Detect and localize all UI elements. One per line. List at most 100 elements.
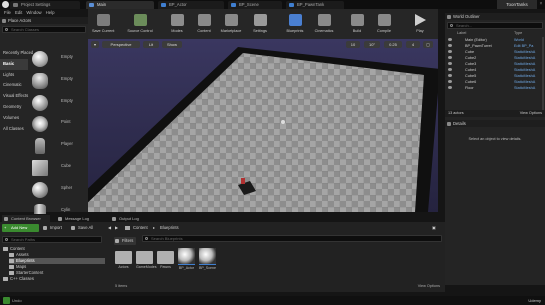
user-badge: Udemy [528, 298, 541, 303]
breadcrumb-content[interactable]: Content [133, 225, 148, 230]
category-cinematic[interactable]: Cinematic [0, 80, 28, 91]
tab-project-settings[interactable]: Project Settings [10, 1, 80, 9]
rotation-snap-button[interactable]: 10° [364, 41, 380, 48]
visibility-icon[interactable] [448, 50, 452, 53]
category-recently-placed[interactable]: Recently Placed [0, 48, 33, 59]
outliner-scrollbar[interactable] [542, 37, 544, 117]
tab-output-log[interactable]: Output Log [110, 215, 139, 222]
menu-file[interactable]: File [4, 9, 11, 17]
visibility-icon[interactable] [448, 56, 452, 59]
menu-window[interactable]: Window [26, 9, 41, 17]
tree-item-content[interactable]: Content [3, 246, 25, 252]
visibility-icon[interactable] [448, 44, 452, 47]
tree-item-starter-content[interactable]: StarterContent [9, 270, 43, 276]
actor-item-cube[interactable]: Cube [30, 157, 86, 179]
asset-folder-actors[interactable]: Actors [115, 248, 132, 272]
perspective-button[interactable]: Perspective [102, 41, 140, 48]
folder-icon [125, 226, 130, 230]
source-control-button[interactable]: Source Control [122, 12, 158, 38]
grid-snap-button[interactable]: 10 [346, 41, 360, 48]
undo-icon[interactable] [3, 297, 10, 304]
visibility-icon[interactable] [448, 68, 452, 71]
asset-bp-scene[interactable]: BP_Scene [199, 248, 216, 272]
cinematics-button[interactable]: Cinematics [310, 12, 338, 38]
blueprints-button[interactable]: Blueprints [282, 12, 308, 38]
tree-item-blueprints[interactable]: Blueprints [9, 258, 105, 264]
menu-edit[interactable]: Edit [15, 9, 22, 17]
asset-bp-actor[interactable]: BP_Actor [178, 248, 195, 272]
category-visual-effects[interactable]: Visual Effects [0, 91, 28, 102]
search-classes-input[interactable]: Search Classes [2, 26, 86, 33]
settings-button[interactable]: Settings [248, 12, 272, 38]
menu-help[interactable]: Help [46, 9, 55, 17]
item-count: 5 items [115, 284, 128, 288]
actor-item-sphere[interactable]: Spher [30, 179, 86, 201]
outliner-search-input[interactable]: Search... [447, 22, 543, 29]
tree-item-maps[interactable]: Maps [9, 264, 26, 270]
add-new-button[interactable]: + Add New [2, 224, 39, 232]
category-volumes[interactable]: Volumes [0, 113, 28, 124]
tree-item-cpp-classes[interactable]: C++ Classes [3, 276, 34, 282]
tab-main[interactable]: Main [86, 1, 154, 9]
actor-item-point-light[interactable]: Point [30, 113, 86, 135]
tab-bp-pawntank[interactable]: BP_PawnTank [286, 1, 344, 9]
content-view-options-button[interactable]: View Options [418, 284, 440, 288]
content-icon [197, 14, 211, 26]
category-lights[interactable]: Lights [0, 70, 28, 81]
actor-item-empty-character[interactable]: Empty [30, 70, 86, 92]
category-geometry[interactable]: Geometry [0, 102, 28, 113]
save-current-button[interactable]: Save Current [92, 12, 114, 38]
visibility-icon[interactable] [448, 38, 452, 41]
show-button[interactable]: Show [162, 41, 182, 48]
marketplace-button[interactable]: Marketplace [216, 12, 246, 38]
scale-snap-button[interactable]: 0.25 [384, 41, 402, 48]
camera-speed-button[interactable]: 4 [406, 41, 420, 48]
save-icon [96, 14, 110, 26]
back-arrow-icon[interactable]: ◀ [108, 225, 111, 230]
details-panel: Details Select an object to view details… [445, 120, 545, 285]
cube-icon [32, 159, 48, 176]
asset-folder-pawns[interactable]: Pawns [157, 248, 174, 272]
visibility-icon[interactable] [448, 80, 452, 83]
visibility-icon[interactable] [448, 74, 452, 77]
actor-item-player-start[interactable]: Player [30, 135, 86, 157]
folder-icon [9, 253, 14, 257]
filters-button[interactable]: Filters [114, 237, 137, 245]
lit-button[interactable]: Lit [143, 41, 159, 48]
viewport-options-button[interactable]: ▾ [91, 41, 99, 48]
outliner-view-options-button[interactable]: View Options [520, 110, 542, 117]
close-window-icon[interactable]: × [537, 0, 545, 9]
blueprint-icon [231, 3, 236, 7]
level-viewport[interactable]: ▾ Perspective Lit Show 10 10° 0.25 4 ▢ [88, 39, 438, 212]
tree-item-assets[interactable]: Assets [9, 252, 29, 258]
tab-bp-actor[interactable]: BP_Actor [158, 1, 224, 9]
maximize-viewport-icon[interactable]: ▢ [423, 41, 433, 48]
actor-item-empty-pawn[interactable]: Empty [30, 92, 86, 114]
actor-item-empty-actor[interactable]: Empty [30, 48, 86, 70]
search-assets-input[interactable]: Search Blueprints [142, 235, 442, 242]
breadcrumb-blueprints[interactable]: Blueprints [160, 225, 179, 230]
visibility-icon[interactable] [448, 62, 452, 65]
category-all-classes[interactable]: All Classes [0, 124, 28, 135]
point-light-icon [32, 116, 48, 133]
light-gizmo [281, 120, 285, 124]
lock-icon[interactable]: ▣ [432, 225, 436, 230]
tab-message-log[interactable]: Message Log [56, 215, 89, 222]
play-button[interactable]: Play [410, 12, 430, 38]
forward-arrow-icon[interactable]: ▶ [115, 225, 118, 230]
tab-content-browser[interactable]: Content Browser [2, 215, 50, 222]
save-all-button[interactable]: Save All [70, 224, 93, 232]
tab-bp-scene[interactable]: BP_Scene [228, 1, 282, 9]
search-paths-input[interactable]: Search Paths [2, 236, 102, 243]
category-basic[interactable]: Basic [0, 58, 28, 70]
asset-folder-gamemodes[interactable]: GameModes [136, 248, 157, 272]
build-button[interactable]: Build [346, 12, 368, 38]
content-button[interactable]: Content [192, 12, 216, 38]
compile-button[interactable]: Compile [372, 12, 396, 38]
marketplace-icon [224, 14, 238, 26]
visibility-icon[interactable] [448, 86, 452, 89]
world-outliner-header: World Outliner [445, 13, 545, 20]
outliner-row[interactable]: Floor StaticMeshA [445, 85, 543, 91]
import-button[interactable]: Import [42, 224, 62, 232]
modes-button[interactable]: Modes [166, 12, 188, 38]
